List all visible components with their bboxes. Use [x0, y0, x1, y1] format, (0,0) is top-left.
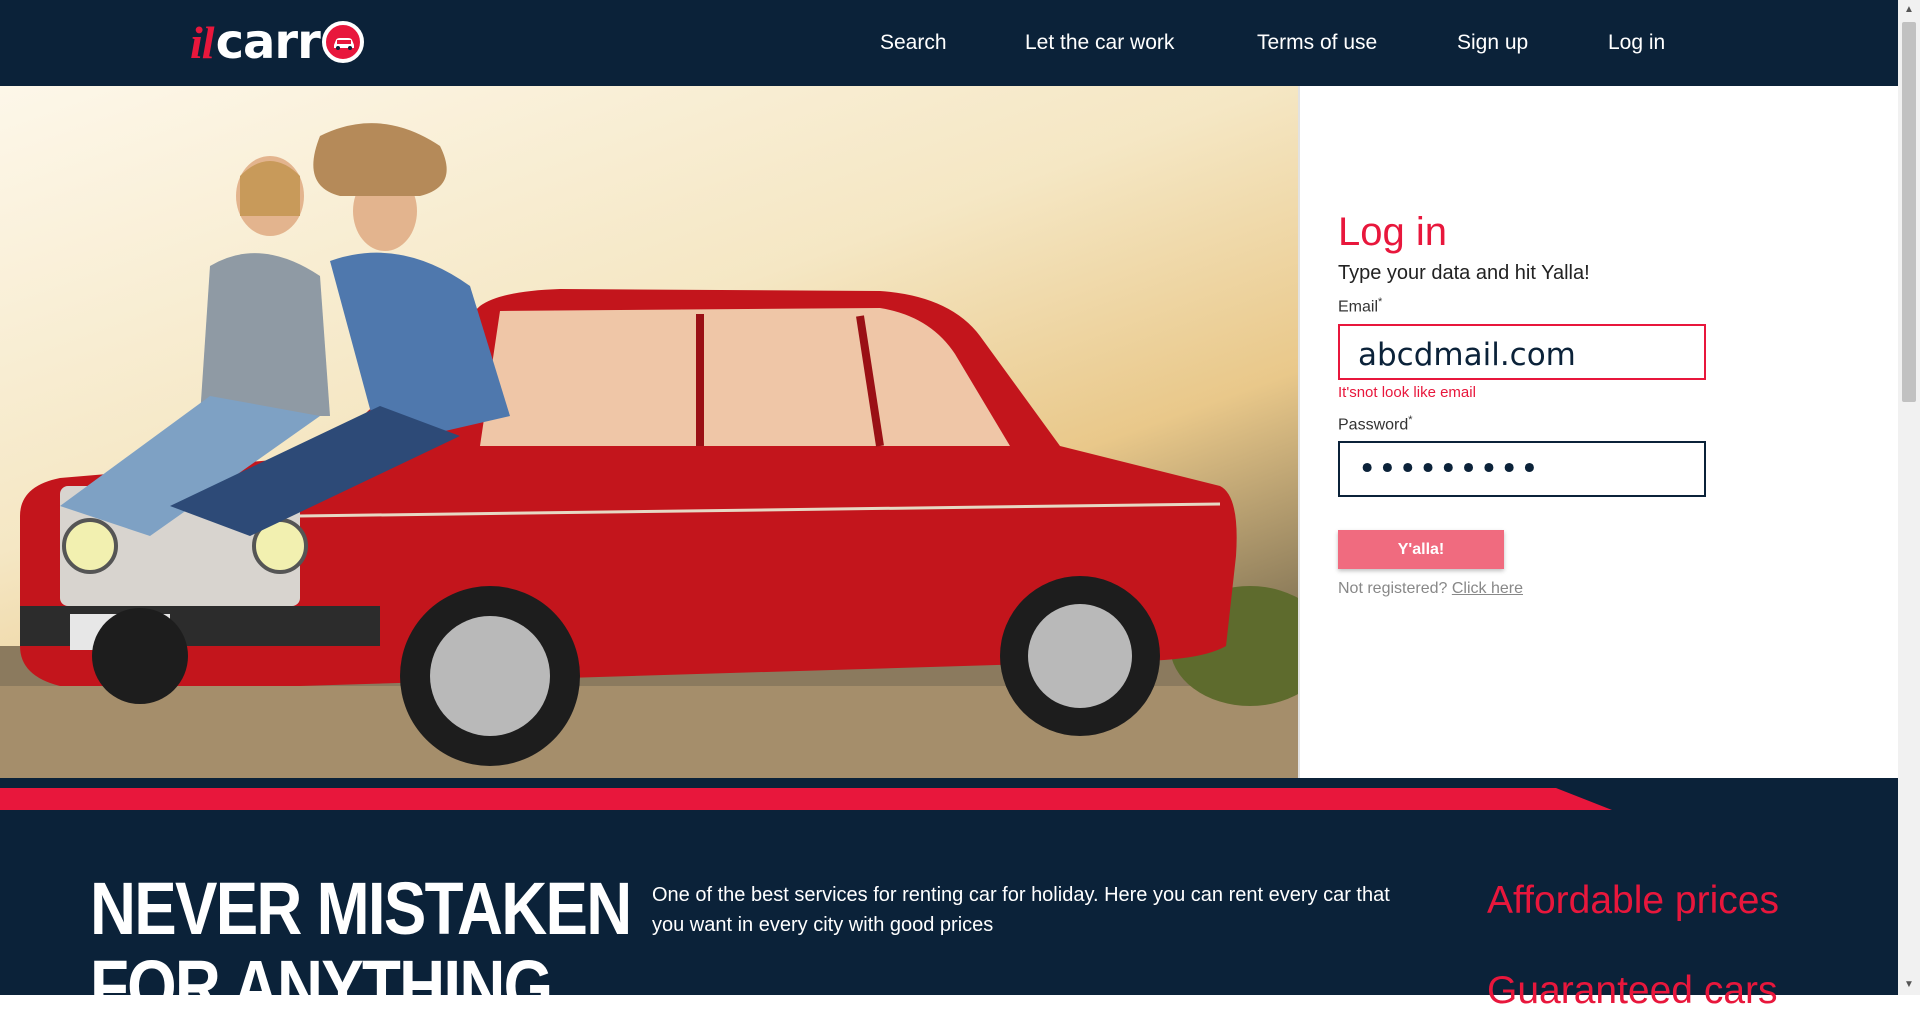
panel-divider — [1298, 86, 1300, 778]
nav-terms-of-use-link[interactable]: Terms of use — [1257, 31, 1377, 55]
nav-log-in-link[interactable]: Log in — [1608, 31, 1665, 55]
feature-guaranteed-cars: Guaranteed cars — [1487, 969, 1778, 1012]
footer-slogan: NEVER MISTAKEN FOR ANYTHING — [90, 867, 632, 1028]
logo-il-text: il — [190, 16, 215, 68]
red-stripe-divider — [0, 788, 1612, 810]
feature-affordable-prices: Affordable prices — [1487, 879, 1779, 922]
slogan-line-1: NEVER MISTAKEN — [90, 867, 632, 950]
yalla-submit-button[interactable]: Y'alla! — [1338, 530, 1504, 569]
hero-photo — [0, 86, 1298, 778]
slogan-line-2: FOR ANYTHING — [90, 945, 553, 1028]
nav-sign-up-link[interactable]: Sign up — [1457, 31, 1528, 55]
email-label: Email* — [1338, 296, 1383, 316]
not-registered-text: Not registered? — [1338, 580, 1448, 597]
logo-carr-text: carr — [215, 14, 321, 70]
logo-car-icon — [321, 21, 364, 63]
site-header: il carr Search Let the car work Terms of… — [0, 0, 1898, 86]
email-field[interactable] — [1338, 324, 1706, 380]
not-registered-prompt: Not registered? Click here — [1338, 580, 1523, 598]
page-scrollbar[interactable]: ▲ ▼ — [1898, 0, 1920, 995]
scroll-down-arrow-icon[interactable]: ▼ — [1898, 975, 1920, 995]
required-asterisk: * — [1378, 296, 1383, 308]
login-title: Log in — [1338, 210, 1447, 254]
required-asterisk: * — [1408, 414, 1413, 426]
click-here-link[interactable]: Click here — [1452, 580, 1523, 597]
couple-on-red-car-photo — [0, 123, 1298, 778]
nav-search-link[interactable]: Search — [880, 31, 947, 55]
scroll-up-arrow-icon[interactable]: ▲ — [1898, 0, 1920, 20]
password-field[interactable] — [1338, 441, 1706, 497]
login-subtitle: Type your data and hit Yalla! — [1338, 262, 1590, 284]
nav-let-the-car-work-link[interactable]: Let the car work — [1025, 31, 1174, 55]
email-error-message: It'snot look like email — [1338, 384, 1476, 401]
password-label: Password* — [1338, 414, 1413, 434]
scrollbar-thumb[interactable] — [1902, 22, 1916, 402]
footer-description: One of the best services for renting car… — [652, 884, 1390, 936]
ilcarro-logo[interactable]: il carr — [190, 12, 430, 72]
